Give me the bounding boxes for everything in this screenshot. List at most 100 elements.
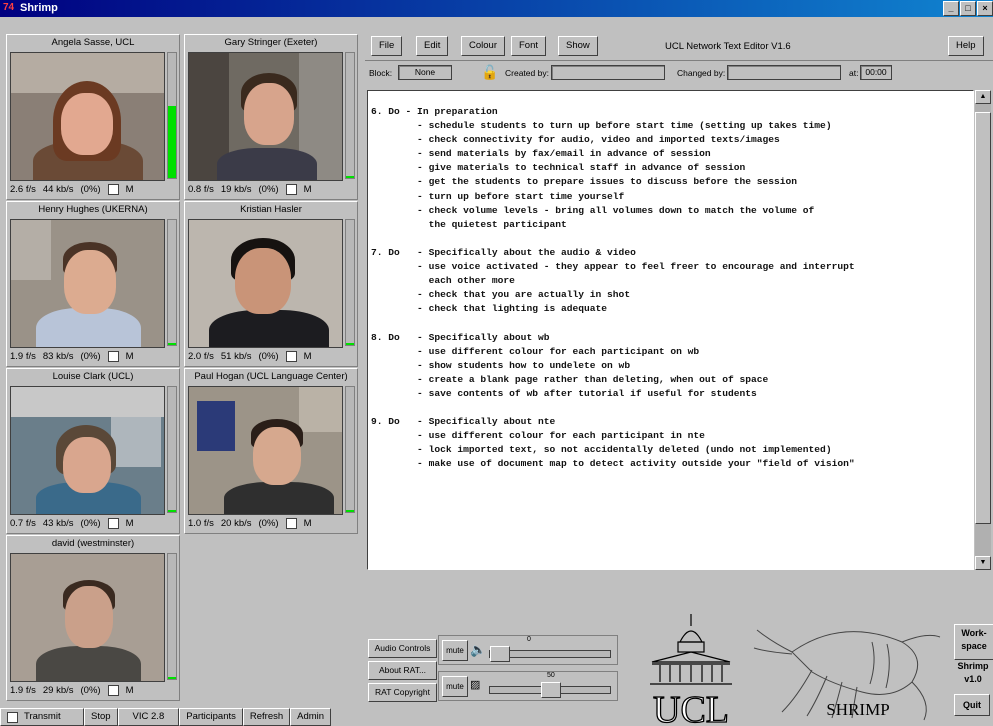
maximize-button[interactable]: □ [960,1,976,16]
mute-checkbox[interactable] [285,351,297,362]
video-thumbnail[interactable] [10,52,165,181]
created-by-label: Created by: [505,68,549,78]
video-tile[interactable]: Angela Sasse, UCL 2.6 f/s 44 kb/s (0%) M [6,34,180,200]
vic-control-bar: Transmit Stop VIC 2.8 Participants Refre… [0,708,365,726]
shrimp-logo: SHRIMP [753,629,941,721]
admin-button[interactable]: Admin [290,708,332,726]
video-thumbnail[interactable] [188,52,343,181]
changed-by-label: Changed by: [677,68,726,78]
frame-rate: 0.8 f/s [188,184,214,195]
mute-checkbox-label: M [303,184,312,195]
participant-name: Angela Sasse, UCL [51,37,135,48]
video-thumbnail[interactable] [10,553,165,682]
edit-menu[interactable]: Edit [416,36,449,56]
bitrate: 44 kb/s [42,184,74,195]
audio-level-meter [167,52,177,179]
frame-rate: 1.0 f/s [188,518,214,529]
microphone-control: mute ▨ 50 [438,671,618,701]
transmit-checkbox[interactable] [7,711,18,723]
loss-rate: (0%) [258,184,279,195]
mute-checkbox-label: M [303,518,312,529]
video-tile[interactable]: david (westminster) 1.9 f/s 29 kb/s (0%)… [6,535,180,701]
mute-checkbox-label: M [303,351,312,362]
mute-checkbox-label: M [125,351,134,362]
block-field: None [398,65,452,80]
scroll-up-arrow-icon[interactable]: ▲ [975,90,991,104]
mute-checkbox-label: M [125,518,134,529]
file-menu[interactable]: File [371,36,403,56]
loss-rate: (0%) [80,685,101,696]
participant-name: Paul Hogan (UCL Language Center) [194,371,348,382]
speaker-control: mute 🔈 0 [438,635,618,665]
speaker-slider-knob[interactable] [490,646,510,662]
video-thumbnail[interactable] [10,219,165,348]
mute-checkbox[interactable] [285,518,297,529]
bitrate: 83 kb/s [42,351,74,362]
video-tile[interactable]: Paul Hogan (UCL Language Center) 1.0 f/s… [184,368,358,534]
video-thumbnail[interactable] [188,219,343,348]
created-by-field [551,65,665,80]
speaker-mute-button[interactable]: mute [442,640,468,661]
mute-checkbox[interactable] [107,518,119,529]
audio-level-fill [168,676,176,679]
audio-controls-button[interactable]: Audio Controls [368,639,437,658]
help-menu[interactable]: Help [948,36,984,56]
loss-rate: (0%) [80,184,101,195]
rat-copyright-button[interactable]: RAT Copyright [368,683,437,702]
video-tile[interactable]: Louise Clark (UCL) 0.7 f/s 43 kb/s (0%) … [6,368,180,534]
speaker-volume-value: 0 [527,636,531,643]
editor-scrollbar[interactable]: ▲ ▼ [975,90,991,570]
scroll-down-arrow-icon[interactable]: ▼ [975,556,991,570]
ucl-logo: UCL [650,614,732,726]
show-menu[interactable]: Show [558,36,598,56]
transmit-toggle[interactable]: Transmit [0,708,84,726]
video-tile[interactable]: Gary Stringer (Exeter) 0.8 f/s 19 kb/s (… [184,34,358,200]
frame-rate: 0.7 f/s [10,518,36,529]
about-rat-button[interactable]: About RAT... [368,661,437,680]
mute-checkbox[interactable] [107,184,119,195]
audio-level-meter [167,219,177,346]
editor-title: UCL Network Text Editor V1.6 [665,41,791,52]
mute-checkbox[interactable] [107,351,119,362]
mute-checkbox[interactable] [285,184,297,195]
video-thumbnail[interactable] [10,386,165,515]
mute-checkbox-label: M [125,685,134,696]
participants-button[interactable]: Participants [179,708,243,726]
loss-rate: (0%) [80,351,101,362]
mute-checkbox[interactable] [107,685,119,696]
editor-text-area[interactable]: 6. Do - In preparation - schedule studen… [367,90,974,570]
quit-button[interactable]: Quit [954,694,990,716]
workspace-button[interactable]: Work- space [954,624,993,660]
rat-audio-panel: Audio Controls About RAT... RAT Copyrigh… [365,628,627,726]
video-thumbnail[interactable] [188,386,343,515]
font-menu[interactable]: Font [511,36,547,56]
video-tile[interactable]: Henry Hughes (UKERNA) 1.9 f/s 83 kb/s (0… [6,201,180,367]
mic-volume-slider[interactable] [489,682,611,698]
participant-name: david (westminster) [51,538,135,549]
lock-icon[interactable]: 🔓 [481,64,498,81]
document-text[interactable]: 6. Do - In preparation - schedule studen… [368,91,973,471]
speaker-icon: 🔈 [470,642,487,657]
close-button[interactable]: × [977,1,993,16]
microphone-mute-button[interactable]: mute [442,676,468,697]
loss-rate: (0%) [80,518,101,529]
bitrate: 20 kb/s [220,518,252,529]
scrollbar-thumb[interactable] [975,112,991,524]
bitrate: 51 kb/s [220,351,252,362]
time-field: 00:00 [860,65,892,80]
colour-menu[interactable]: Colour [461,36,505,56]
video-tile[interactable]: Kristian Hasler 2.0 f/s 51 kb/s (0%) M [184,201,358,367]
title-bar: 74 Shrimp _ □ × [0,0,993,17]
stop-button[interactable]: Stop [84,708,118,726]
frame-rate: 2.6 f/s [10,184,36,195]
minimize-button[interactable]: _ [943,1,959,16]
audio-level-meter [167,553,177,680]
at-label: at: [849,68,859,78]
refresh-button[interactable]: Refresh [242,708,291,726]
speaker-volume-slider[interactable] [489,646,611,662]
audio-level-meter [345,219,355,346]
audio-level-fill [346,175,354,178]
mic-slider-knob[interactable] [541,682,561,698]
participant-name: Gary Stringer (Exeter) [224,37,318,48]
audio-level-meter [345,386,355,513]
